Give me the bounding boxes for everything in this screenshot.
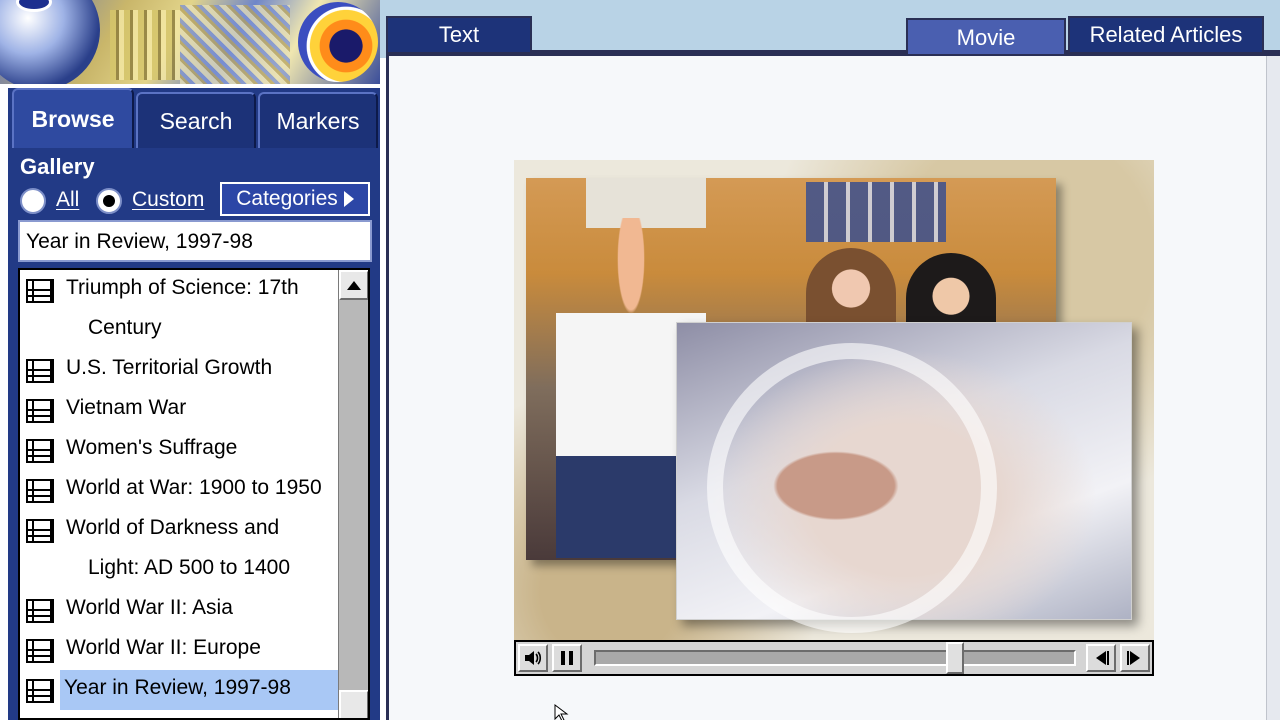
list-item-label-continued: Light: AD 500 to 1400 [88, 556, 290, 579]
film-strip-icon [26, 359, 54, 383]
arrow-up-icon [347, 280, 361, 290]
list-item-label-continued: Century [88, 316, 162, 339]
categories-button[interactable]: Categories [220, 182, 370, 216]
list-scrollbar[interactable] [338, 270, 368, 718]
radio-all-label[interactable]: All [56, 188, 79, 212]
list-item-label: World War II: Europe [66, 636, 261, 659]
list-item-label: Triumph of Science: 17th [66, 276, 299, 299]
step-forward-icon [1127, 651, 1140, 665]
gallery-list: Triumph of Science: 17th Century U.S. Terr… [18, 268, 370, 720]
step-back-icon [1096, 651, 1109, 665]
list-item-label: U.S. Territorial Growth [66, 356, 273, 379]
list-item[interactable]: Triumph of Science: 17th Century [20, 270, 338, 350]
article-tab-bar: Text Movie Related Articles [380, 0, 1280, 58]
list-item[interactable]: World at War: 1900 to 1950 [20, 470, 338, 510]
list-item-label: World of Darkness and [66, 516, 280, 539]
movie-frame-image[interactable] [514, 160, 1154, 640]
browse-panel: Browse Search Markers Gallery All Custom… [8, 88, 380, 720]
scroll-up-button[interactable] [339, 270, 368, 300]
current-category-field[interactable]: Year in Review, 1997-98 [18, 220, 372, 262]
radio-custom-label[interactable]: Custom [132, 188, 204, 212]
list-item-label: World at War: 1900 to 1950 [66, 476, 322, 499]
film-strip-icon [26, 439, 54, 463]
movie-controls [514, 640, 1154, 676]
list-item[interactable]: U.S. Territorial Growth [20, 350, 338, 390]
scroll-thumb[interactable] [339, 690, 368, 718]
list-item[interactable]: Year in Review, 1997-98 [20, 670, 338, 710]
list-item-label: Women's Suffrage [66, 436, 238, 459]
photo-newborn-incubator [676, 322, 1132, 633]
chevron-right-icon [343, 191, 354, 207]
movie-progress-track[interactable] [594, 642, 1076, 674]
movie-progress-thumb[interactable] [946, 642, 964, 674]
pause-icon [561, 651, 573, 665]
film-strip-icon [26, 399, 54, 423]
list-item-label: World War II: Asia [66, 596, 233, 619]
list-item[interactable]: Vietnam War [20, 390, 338, 430]
encyclopedia-banner-image [0, 0, 380, 84]
list-item-label: Year in Review, 1997-98 [60, 676, 295, 700]
film-strip-icon [26, 599, 54, 623]
radio-custom[interactable] [96, 188, 122, 214]
content-scrollbar[interactable] [1266, 56, 1280, 720]
pause-button[interactable] [552, 644, 582, 672]
volume-button[interactable] [518, 644, 548, 672]
tab-browse[interactable]: Browse [12, 88, 134, 148]
tab-markers[interactable]: Markers [258, 92, 378, 148]
list-item[interactable]: World of Darkness and Light: AD 500 to 14… [20, 510, 338, 590]
list-item[interactable]: World War II: Asia [20, 590, 338, 630]
film-strip-icon [26, 679, 54, 703]
gallery-heading: Gallery [20, 154, 95, 179]
tab-text[interactable]: Text [386, 16, 532, 54]
film-strip-icon [26, 639, 54, 663]
list-item-label: Vietnam War [66, 396, 187, 419]
film-strip-icon [26, 519, 54, 543]
tab-related-articles[interactable]: Related Articles [1068, 16, 1264, 54]
speaker-icon [525, 651, 542, 665]
step-forward-button[interactable] [1120, 644, 1150, 672]
film-strip-icon [26, 479, 54, 503]
film-strip-icon [26, 279, 54, 303]
radio-all[interactable] [20, 188, 46, 214]
list-item[interactable]: Women's Suffrage [20, 430, 338, 470]
list-item[interactable]: World War II: Europe [20, 630, 338, 670]
tab-movie[interactable]: Movie [906, 18, 1066, 58]
step-back-button[interactable] [1086, 644, 1116, 672]
categories-button-label: Categories [236, 187, 338, 210]
tab-search[interactable]: Search [136, 92, 256, 148]
